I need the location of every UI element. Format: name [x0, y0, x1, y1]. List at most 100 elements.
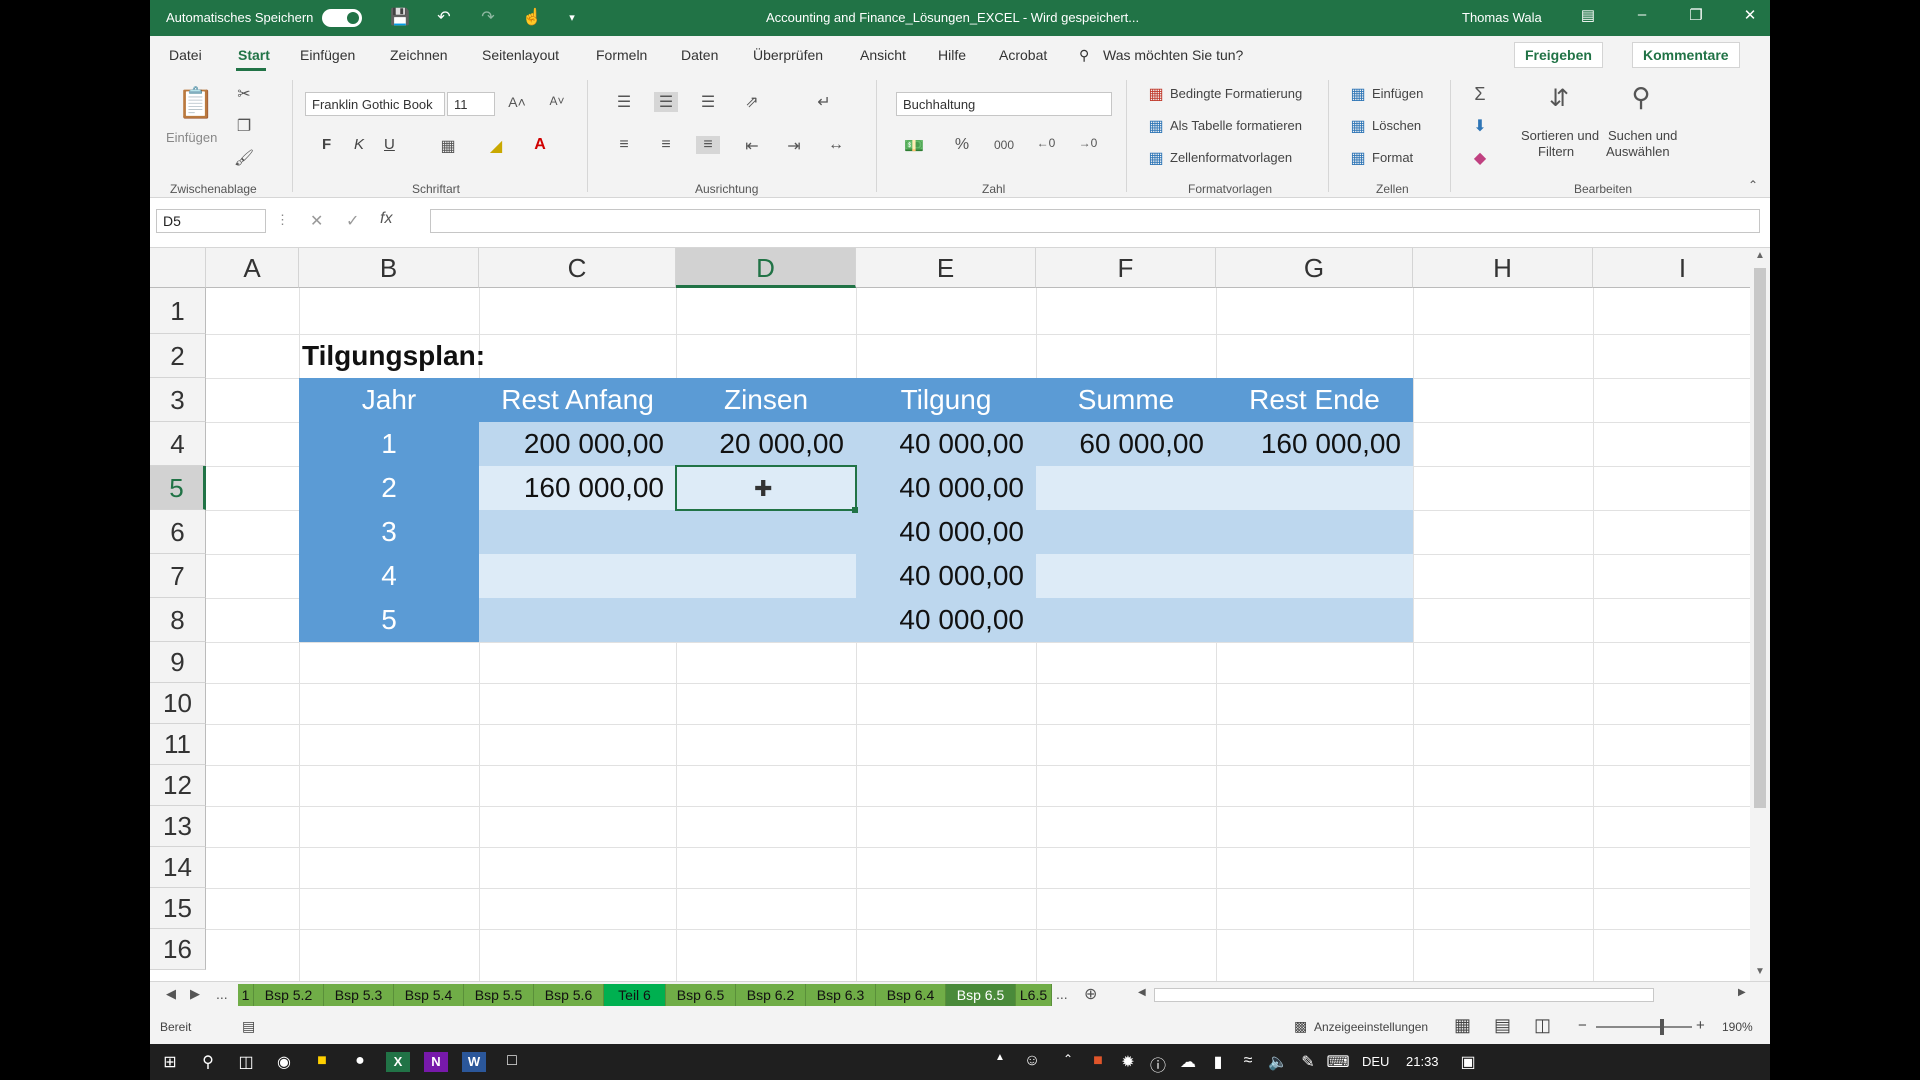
- sheet-tab[interactable]: Bsp 5.4: [394, 984, 464, 1006]
- align-top-icon[interactable]: ☰: [612, 92, 636, 112]
- sheet-tab[interactable]: L6.5: [1016, 984, 1052, 1006]
- minimize-icon[interactable]: –: [1627, 6, 1657, 23]
- word-taskbar-icon[interactable]: W: [462, 1052, 486, 1072]
- table-cell[interactable]: 40 000,00: [856, 598, 1036, 642]
- clock[interactable]: 21:33: [1406, 1054, 1439, 1069]
- autosave-toggle[interactable]: [322, 9, 362, 27]
- orientation-icon[interactable]: ⇗: [740, 92, 764, 112]
- tab-start[interactable]: Start: [238, 47, 270, 63]
- sort-filter-label-1[interactable]: Sortieren und: [1521, 128, 1599, 143]
- font-color-icon[interactable]: A: [528, 136, 552, 154]
- enter-icon[interactable]: ✓: [346, 211, 359, 231]
- conditional-format-button[interactable]: Bedingte Formatierung: [1170, 86, 1302, 101]
- restore-icon[interactable]: ❐: [1681, 6, 1711, 24]
- increase-decimal-icon[interactable]: ←0: [1034, 136, 1058, 150]
- table-cell[interactable]: [676, 598, 856, 642]
- tab-acrobat[interactable]: Acrobat: [999, 47, 1047, 63]
- row-header-3[interactable]: 3: [150, 378, 206, 422]
- copy-icon[interactable]: ❐: [232, 116, 256, 136]
- table-header-jahr[interactable]: Jahr: [299, 378, 479, 422]
- table-cell-year[interactable]: 4: [299, 554, 479, 598]
- notifications-icon[interactable]: ▣: [1456, 1052, 1480, 1072]
- table-header-tilgung[interactable]: Tilgung: [856, 378, 1036, 422]
- table-cell-year[interactable]: 1: [299, 422, 479, 466]
- table-cell[interactable]: [1216, 554, 1413, 598]
- column-header-e[interactable]: E: [856, 248, 1036, 288]
- paste-icon[interactable]: 📋: [176, 86, 216, 121]
- tray-app-icon[interactable]: ⓘ: [1146, 1052, 1170, 1075]
- tell-me-search[interactable]: Was möchten Sie tun?: [1103, 47, 1243, 63]
- tabs-more-left[interactable]: ...: [216, 986, 228, 1002]
- add-sheet-icon[interactable]: ⊕: [1084, 984, 1097, 1004]
- tab-zeichnen[interactable]: Zeichnen: [390, 47, 448, 63]
- row-header-14[interactable]: 14: [150, 847, 206, 888]
- sheet-tab[interactable]: Bsp 5.5: [464, 984, 534, 1006]
- table-header-rest-anfang[interactable]: Rest Anfang: [479, 378, 676, 422]
- number-format-select[interactable]: Buchhaltung: [896, 92, 1112, 116]
- row-header-13[interactable]: 13: [150, 806, 206, 847]
- font-size-select[interactable]: 11: [447, 92, 495, 116]
- sort-filter-icon[interactable]: ⇵: [1542, 84, 1576, 113]
- fill-icon[interactable]: ⬇: [1468, 116, 1492, 136]
- font-name-select[interactable]: Franklin Gothic Book: [305, 92, 445, 116]
- table-cell[interactable]: [479, 510, 676, 554]
- align-center-icon[interactable]: ≡: [654, 136, 678, 154]
- borders-icon[interactable]: ▦: [436, 136, 460, 156]
- row-header-12[interactable]: 12: [150, 765, 206, 806]
- find-select-label-2[interactable]: Auswählen: [1606, 144, 1670, 159]
- accessibility-icon[interactable]: ▤: [242, 1018, 255, 1035]
- column-header-a[interactable]: A: [206, 248, 299, 288]
- table-cell[interactable]: [1216, 598, 1413, 642]
- column-header-b[interactable]: B: [299, 248, 479, 288]
- sheet-title[interactable]: Tilgungsplan:: [302, 334, 485, 378]
- table-cell[interactable]: [676, 510, 856, 554]
- row-header-5[interactable]: 5: [150, 466, 206, 510]
- sheet-tab[interactable]: Bsp 6.3: [806, 984, 876, 1006]
- people-icon[interactable]: ☺: [1020, 1052, 1044, 1072]
- pen-icon[interactable]: ✎: [1296, 1052, 1320, 1072]
- scroll-up-icon[interactable]: ▲: [1755, 250, 1765, 261]
- column-header-f[interactable]: F: [1036, 248, 1216, 288]
- excel-taskbar-icon[interactable]: X: [386, 1052, 410, 1072]
- tab-scroll-right-icon[interactable]: ▶: [190, 986, 200, 1002]
- column-header-d[interactable]: D: [676, 248, 856, 288]
- snipping-tool-icon[interactable]: □: [500, 1052, 524, 1072]
- task-view-icon[interactable]: ◫: [234, 1052, 258, 1072]
- battery-icon[interactable]: ▮: [1206, 1052, 1230, 1072]
- align-bottom-icon[interactable]: ☰: [696, 92, 720, 112]
- comments-button[interactable]: Kommentare: [1632, 42, 1740, 68]
- wifi-icon[interactable]: ≈: [1236, 1052, 1260, 1072]
- increase-font-icon[interactable]: A˄: [505, 94, 529, 110]
- sheet-tab[interactable]: Bsp 6.2: [736, 984, 806, 1006]
- zoom-out-icon[interactable]: −: [1578, 1017, 1587, 1034]
- tab-ueberpruefen[interactable]: Überprüfen: [753, 47, 823, 63]
- input-language[interactable]: DEU: [1362, 1054, 1389, 1069]
- decrease-font-icon[interactable]: A˅: [545, 94, 569, 108]
- cell-styles-button[interactable]: Zellenformatvorlagen: [1170, 150, 1292, 165]
- row-header-10[interactable]: 10: [150, 683, 206, 724]
- collapse-ribbon-icon[interactable]: ⌃: [1741, 178, 1765, 192]
- insert-cells-button[interactable]: Einfügen: [1372, 86, 1423, 101]
- table-cell[interactable]: 160 000,00: [479, 466, 676, 510]
- cancel-icon[interactable]: ✕: [310, 211, 323, 231]
- column-header-i[interactable]: I: [1593, 248, 1750, 288]
- page-layout-view-icon[interactable]: ▤: [1494, 1015, 1511, 1036]
- row-header-9[interactable]: 9: [150, 642, 206, 683]
- table-header-summe[interactable]: Summe: [1036, 378, 1216, 422]
- onenote-taskbar-icon[interactable]: N: [424, 1052, 448, 1072]
- horizontal-scroll-thumb[interactable]: [1154, 988, 1654, 1002]
- decrease-decimal-icon[interactable]: →0: [1076, 136, 1100, 150]
- hscroll-right-icon[interactable]: ▶: [1738, 987, 1746, 998]
- table-header-rest-ende[interactable]: Rest Ende: [1216, 378, 1413, 422]
- tab-einfuegen[interactable]: Einfügen: [300, 47, 355, 63]
- touch-mode-icon[interactable]: ☝: [520, 7, 544, 27]
- hscroll-left-icon[interactable]: ◀: [1138, 987, 1146, 998]
- zoom-slider-thumb[interactable]: [1660, 1019, 1664, 1035]
- formula-input[interactable]: [430, 209, 1760, 233]
- document-title[interactable]: Accounting and Finance_Lösungen_EXCEL - …: [766, 10, 1139, 25]
- align-middle-icon[interactable]: ☰: [654, 92, 678, 112]
- user-name[interactable]: Thomas Wala: [1462, 10, 1542, 25]
- table-cell[interactable]: [479, 598, 676, 642]
- table-cell[interactable]: 160 000,00: [1216, 422, 1413, 466]
- volume-icon[interactable]: 🔈: [1266, 1052, 1290, 1072]
